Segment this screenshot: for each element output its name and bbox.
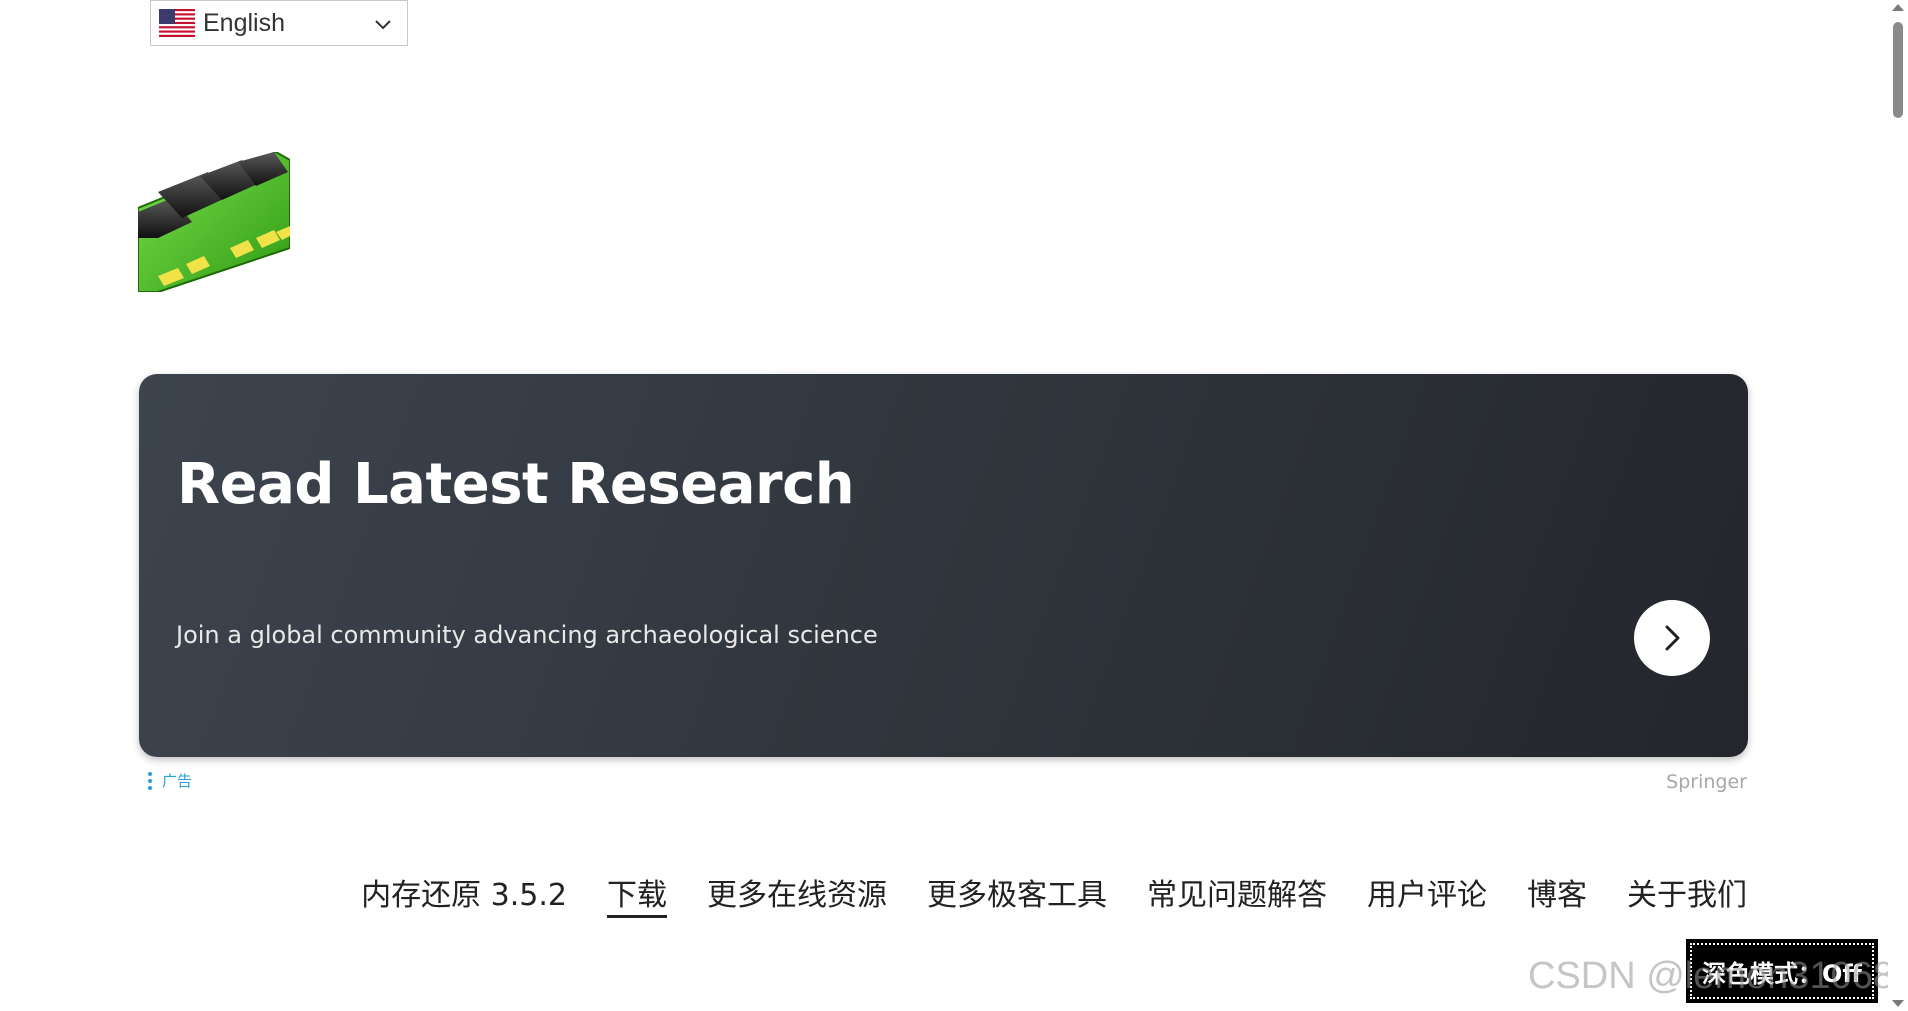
ad-source: Springer [1666, 771, 1747, 793]
chevron-right-icon [1665, 625, 1680, 651]
vertical-scrollbar[interactable] [1888, 0, 1908, 1011]
dark-mode-toggle[interactable]: 深色模式：Off [1686, 939, 1878, 1003]
nav-item-online-resources[interactable]: 更多在线资源 [707, 870, 887, 918]
language-selector[interactable]: English [150, 0, 408, 46]
main-nav: 内存还原 3.5.2 下载 更多在线资源 更多极客工具 常见问题解答 用户评论 … [321, 870, 1747, 918]
scrollbar-thumb[interactable] [1893, 22, 1903, 118]
ad-banner[interactable]: Read Latest Research Join a global commu… [139, 374, 1748, 757]
us-flag-icon [159, 9, 195, 37]
scroll-up-icon[interactable] [1892, 4, 1904, 11]
ad-subtitle: Join a global community advancing archae… [176, 621, 878, 649]
ad-info-link[interactable]: 广告 [148, 770, 192, 791]
nav-item-blog[interactable]: 博客 [1527, 870, 1587, 918]
nav-item-geek-tools[interactable]: 更多极客工具 [927, 870, 1107, 918]
dark-mode-label: 深色模式：Off [1690, 943, 1874, 999]
nav-item-about[interactable]: 关于我们 [1627, 870, 1747, 918]
ram-module-icon [138, 152, 290, 292]
nav-item-download[interactable]: 下载 [607, 870, 667, 918]
nav-item-memory-restore[interactable]: 内存还原 3.5.2 [361, 870, 567, 918]
more-vertical-icon [148, 771, 152, 790]
ad-info-label: 广告 [162, 772, 193, 790]
language-selector-label: English [203, 9, 285, 37]
ad-title: Read Latest Research [177, 452, 855, 517]
nav-item-faq[interactable]: 常见问题解答 [1147, 870, 1327, 918]
nav-item-reviews[interactable]: 用户评论 [1367, 870, 1487, 918]
scroll-down-icon[interactable] [1892, 1000, 1904, 1007]
ad-arrow-button[interactable] [1634, 600, 1710, 676]
chevron-down-icon [375, 20, 391, 30]
